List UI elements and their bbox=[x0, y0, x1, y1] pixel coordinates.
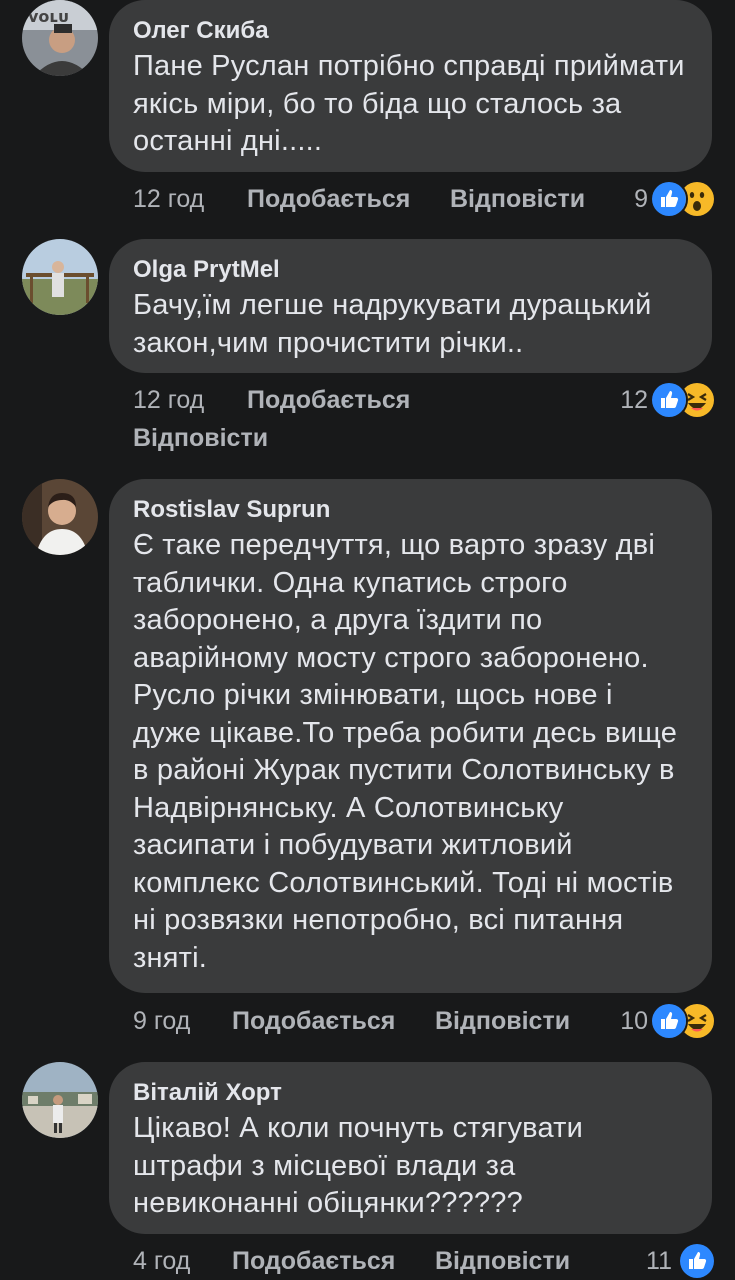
reaction-count: 12 bbox=[620, 386, 648, 414]
reaction-summary[interactable]: 9 bbox=[600, 180, 716, 218]
like-icon bbox=[678, 1242, 716, 1280]
reply-button[interactable]: Відповісти bbox=[450, 184, 585, 214]
reaction-summary[interactable]: 12 bbox=[600, 381, 716, 419]
comments-feed: ᴠᴏʟᴜ Олег Скиба Пане Руслан потрібно спр… bbox=[0, 0, 735, 1280]
comment-time[interactable]: 12 год bbox=[133, 385, 204, 415]
like-icon bbox=[650, 180, 688, 218]
comment-time[interactable]: 9 год bbox=[133, 1006, 190, 1036]
like-icon bbox=[650, 381, 688, 419]
comment-time[interactable]: 4 год bbox=[133, 1246, 190, 1276]
comment-author[interactable]: Olga PrytMel bbox=[133, 255, 688, 285]
comment-bubble: Olga PrytMel Бачу,їм легше надрукувати д… bbox=[109, 239, 712, 373]
reply-button[interactable]: Відповісти bbox=[435, 1006, 570, 1036]
avatar[interactable] bbox=[22, 239, 98, 315]
avatar-image bbox=[22, 1062, 98, 1138]
comment-author[interactable]: Віталій Хорт bbox=[133, 1078, 688, 1108]
comment-bubble: Віталій Хорт Цікаво! А коли почнуть стяг… bbox=[109, 1062, 712, 1234]
comment-text: Цікаво! А коли почнуть стягувати штрафи … bbox=[133, 1112, 584, 1219]
comment-text: Є таке передчуття, що варто зразу дві та… bbox=[133, 529, 678, 974]
comment-text: Пане Руслан потрібно справді приймати як… bbox=[133, 50, 685, 157]
avatar[interactable]: ᴠᴏʟᴜ bbox=[22, 0, 98, 76]
avatar-image bbox=[22, 479, 98, 555]
like-button[interactable]: Подобається bbox=[232, 1006, 395, 1036]
comment-bubble: Rostislav Suprun Є таке передчуття, що в… bbox=[109, 479, 712, 993]
reaction-count: 11 bbox=[646, 1247, 672, 1275]
reaction-count: 9 bbox=[634, 185, 648, 213]
comment-bubble: Олег Скиба Пане Руслан потрібно справді … bbox=[109, 0, 712, 172]
reaction-summary[interactable]: 11 bbox=[600, 1242, 716, 1280]
reply-button[interactable]: Відповісти bbox=[133, 423, 268, 453]
reply-button[interactable]: Відповісти bbox=[435, 1246, 570, 1276]
avatar[interactable] bbox=[22, 1062, 98, 1138]
like-button[interactable]: Подобається bbox=[232, 1246, 395, 1276]
svg-text:ᴠᴏʟᴜ: ᴠᴏʟᴜ bbox=[28, 7, 68, 26]
reaction-summary[interactable]: 10 bbox=[600, 1002, 716, 1040]
avatar[interactable] bbox=[22, 479, 98, 555]
avatar-image: ᴠᴏʟᴜ bbox=[22, 0, 98, 76]
comment-author[interactable]: Олег Скиба bbox=[133, 16, 688, 46]
reaction-count: 10 bbox=[620, 1007, 648, 1035]
comment-time[interactable]: 12 год bbox=[133, 184, 204, 214]
like-icon bbox=[650, 1002, 688, 1040]
comment-text: Бачу,їм легше надрукувати дурацький зако… bbox=[133, 289, 652, 359]
avatar-image bbox=[22, 239, 98, 315]
comment-author[interactable]: Rostislav Suprun bbox=[133, 495, 688, 525]
like-button[interactable]: Подобається bbox=[247, 184, 410, 214]
like-button[interactable]: Подобається bbox=[247, 385, 410, 415]
